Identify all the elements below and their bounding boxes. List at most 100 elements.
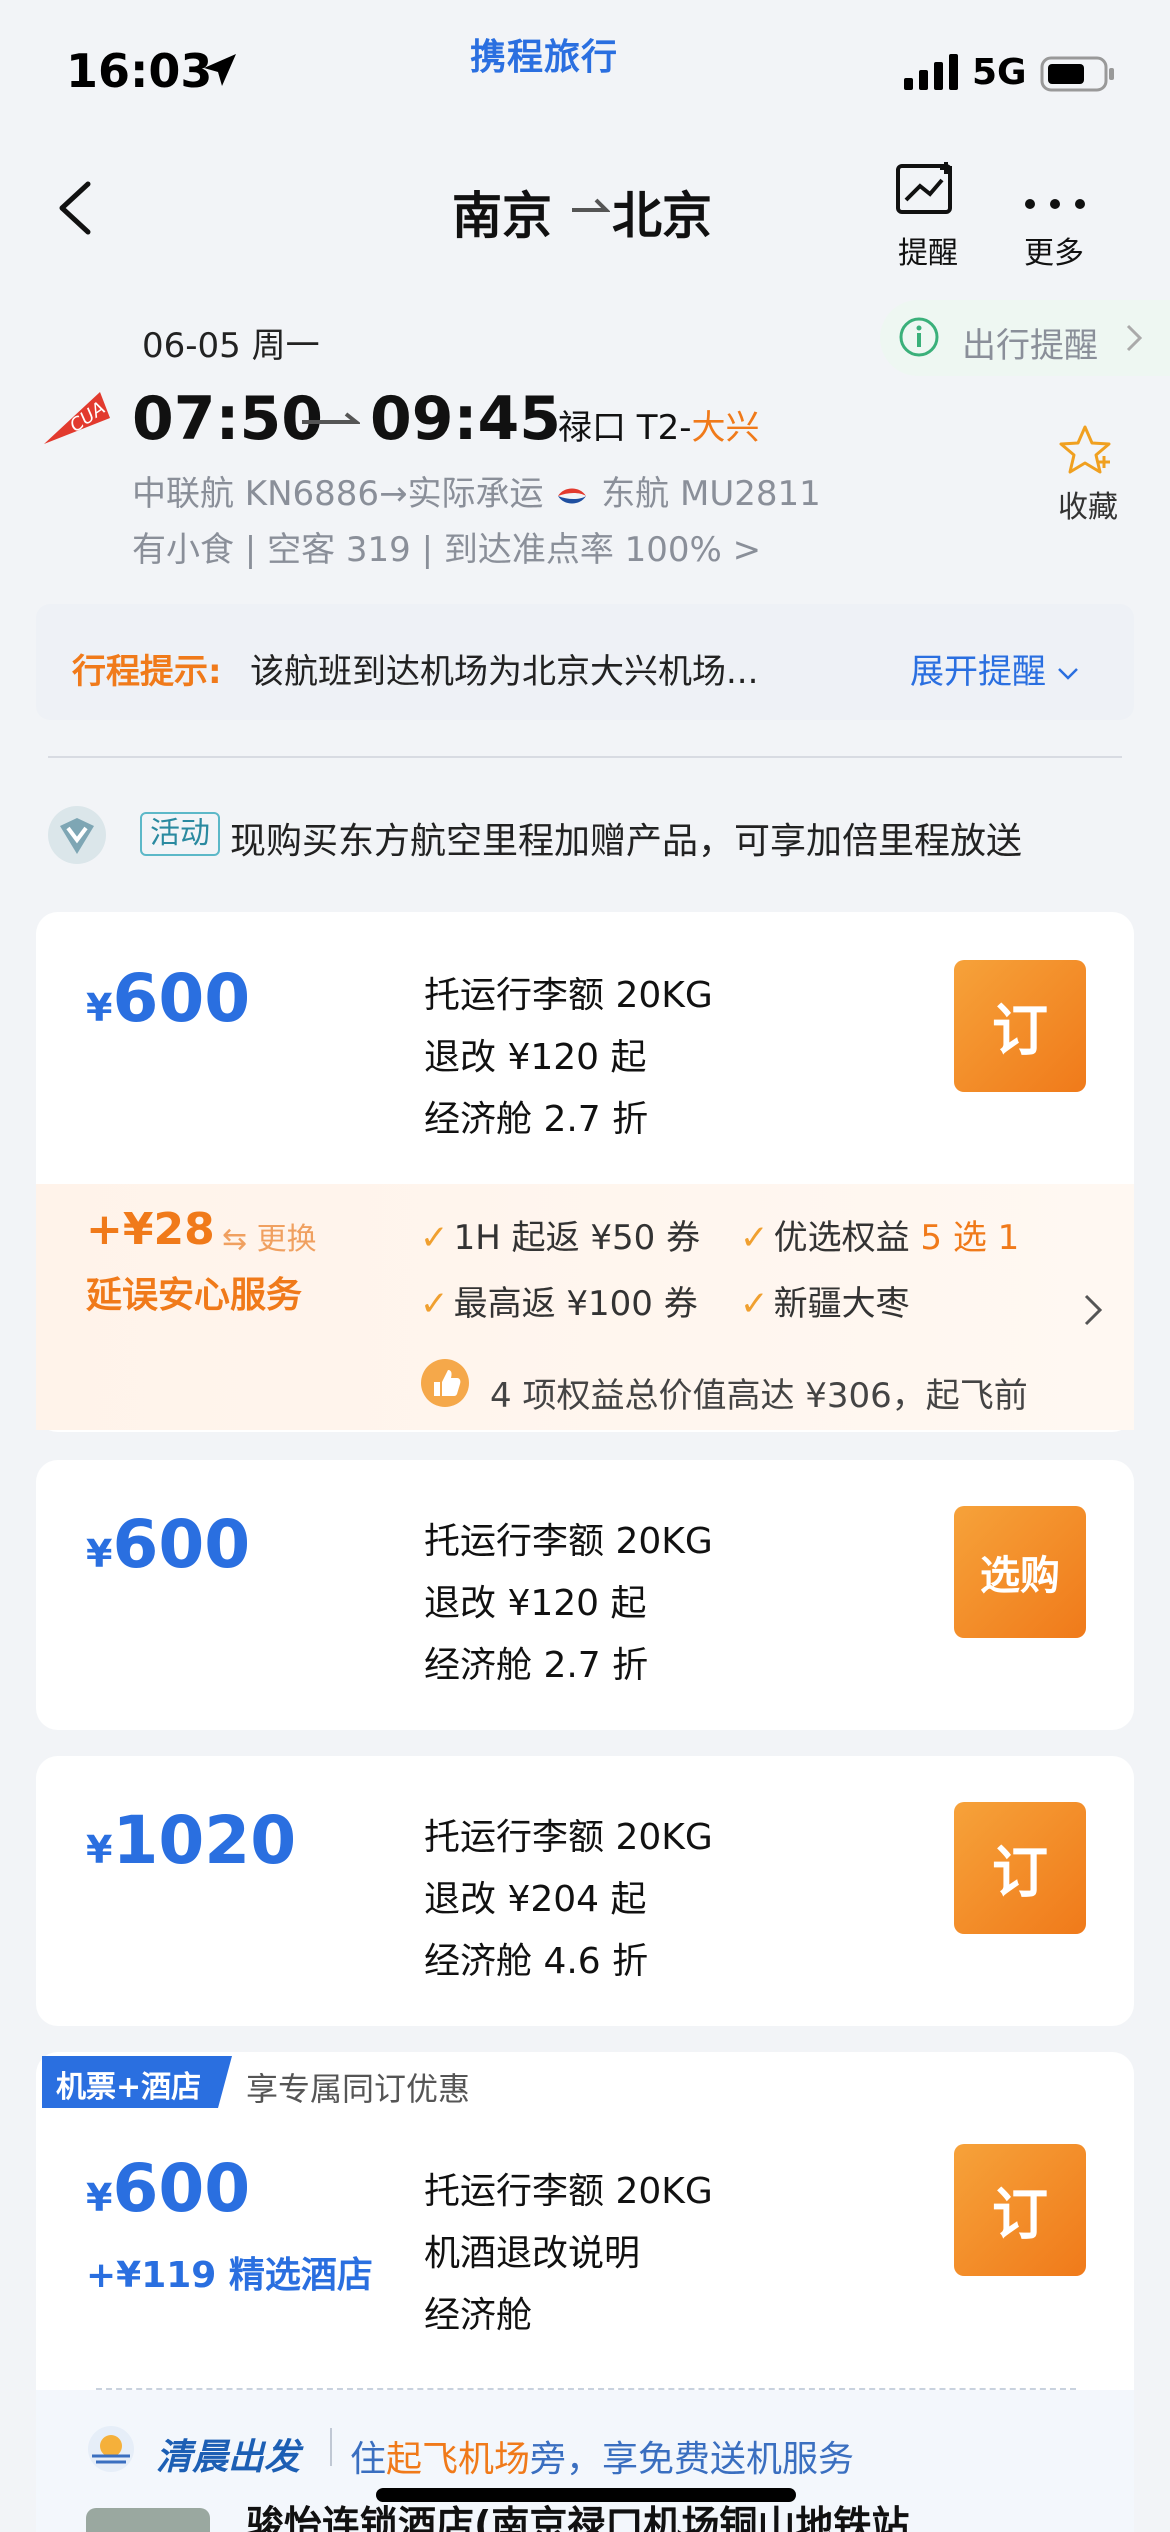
price-value: 600 [112, 1506, 251, 1583]
thumbs-up-icon [421, 1359, 469, 1407]
separator [330, 2428, 332, 2466]
route-destination: 北京 [612, 187, 712, 245]
chevron-right-icon[interactable] [1082, 1292, 1106, 1328]
morning-text-pre: 住 [350, 2439, 387, 2480]
benefit-label: 优选权益 [773, 1218, 921, 1258]
notice-label: 行程提示: [72, 652, 222, 692]
baggage-allowance: 托运行李额 20KG [424, 1817, 713, 1858]
check-icon: ✓ [420, 1284, 449, 1324]
departure-time: 07:50 [132, 384, 323, 454]
cabin-class: 经济舱 4.6 折 [424, 1941, 649, 1982]
chevron-down-icon [1057, 667, 1078, 680]
benefits-summary: 4 项权益总价值高达 ¥306，起飞前 [490, 1376, 1028, 1416]
cabin-class: 经济舱 2.7 折 [424, 1099, 649, 1140]
morning-text-highlight: 起飞机场 [386, 2439, 531, 2480]
hotel-thumbnail[interactable] [86, 2508, 210, 2532]
chevron-right-icon [1126, 324, 1143, 352]
benefit-item: ✓ 新疆大枣 [740, 1276, 910, 1325]
section-divider [48, 756, 1122, 758]
notice-text: 该航班到达机场为北京大兴机场... [250, 652, 759, 692]
duration-arrow-icon [302, 412, 360, 424]
more-button-label[interactable]: 更多 [1024, 228, 1084, 272]
book-button[interactable]: 订 [954, 960, 1086, 1092]
price-value: 1020 [112, 1802, 297, 1879]
reminder-button-label[interactable]: 提醒 [898, 228, 958, 272]
baggage-allowance: 托运行李额 20KG [424, 1521, 713, 1562]
arrival-time: 09:45 [370, 384, 561, 454]
operator-line: 中联航 KN6886→实际承运 东航 MU2811 [132, 466, 821, 515]
info-circle-icon [899, 317, 939, 357]
swap-service-button[interactable]: ⇆ 更换 [222, 1214, 317, 1258]
benefit-text: 优选权益 5 选 1 [774, 1218, 1020, 1258]
sunrise-icon [88, 2426, 134, 2472]
fare-price: ¥1020 [86, 1802, 296, 1879]
book-button[interactable]: 订 [954, 1802, 1086, 1934]
route-arrow-icon [572, 198, 610, 212]
baggage-allowance: 托运行李额 20KG [424, 975, 713, 1016]
flight-date: 06-05 周一 [142, 326, 320, 366]
refund-policy[interactable]: 机酒退改说明 [424, 2224, 640, 2276]
currency-symbol: ¥ [86, 2176, 113, 2220]
service-title: 延误安心服务 [86, 1275, 303, 1316]
benefit-text: 1H 起返 ¥50 券 [453, 1218, 701, 1258]
battery-icon [1040, 56, 1114, 92]
activity-badge: 活动 [140, 812, 220, 856]
fare-price: ¥600 [86, 2150, 250, 2227]
hotel-addon-price: +¥119 精选酒店 [86, 2255, 373, 2296]
expand-notice-label[interactable]: 展开提醒 [910, 652, 1046, 692]
back-arrow-icon[interactable] [54, 180, 94, 236]
status-time: 16:03 [66, 44, 213, 98]
cabin-class: 经济舱 2.7 折 [424, 1645, 649, 1686]
fare-price: ¥600 [86, 960, 250, 1037]
actual-carrier: 东航 MU2811 [601, 474, 821, 514]
morning-title: 清晨出发 [156, 2437, 301, 2478]
fare-price: ¥600 [86, 1506, 250, 1583]
baggage-allowance: 托运行李额 20KG [424, 2171, 713, 2212]
currency-symbol: ¥ [86, 1532, 113, 1576]
expand-notice-link[interactable]: 展开提醒 [910, 644, 1079, 693]
morning-text-post: 旁，享免费送机服务 [530, 2439, 855, 2480]
brand-logo: 携程旅行 [470, 37, 619, 78]
price-value: 600 [112, 960, 251, 1037]
benefit-item: ✓ 最高返 ¥100 券 [420, 1276, 698, 1325]
check-icon: ✓ [740, 1218, 769, 1258]
airport-info: 禄口 T2-大兴 [558, 400, 759, 449]
activity-text[interactable]: 现购买东方航空里程加赠产品，可享加倍里程放送 [230, 812, 1022, 864]
benefit-text: 最高返 ¥100 券 [453, 1284, 698, 1324]
service-price: +¥28 [86, 1204, 215, 1255]
check-icon: ✓ [420, 1218, 449, 1258]
package-tag-description: 享专属同订优惠 [246, 2070, 471, 2108]
price-value: 600 [112, 2150, 251, 2227]
check-icon: ✓ [740, 1284, 769, 1324]
currency-symbol: ¥ [86, 986, 113, 1030]
refund-policy[interactable]: 退改 ¥120 起 [424, 1028, 647, 1080]
more-dots-icon[interactable] [1020, 174, 1090, 234]
china-eastern-logo [558, 488, 587, 503]
cabin-class: 经济舱 [424, 2295, 533, 2336]
airport-destination: 大兴 [691, 408, 760, 448]
benefit-item: ✓ 优选权益 5 选 1 [740, 1210, 1019, 1259]
refund-policy[interactable]: 退改 ¥204 起 [424, 1870, 647, 1922]
airport-origin: 禄口 T2- [558, 408, 692, 448]
currency-symbol: ¥ [86, 1828, 113, 1872]
activity-shield-icon [48, 806, 106, 864]
star-icon[interactable] [1058, 424, 1112, 476]
route-origin: 南京 [452, 187, 552, 245]
favorite-label[interactable]: 收藏 [1058, 482, 1118, 526]
benefit-highlight: 5 选 1 [920, 1218, 1020, 1258]
marketing-carrier: 中联航 KN6886→实际承运 [132, 474, 544, 514]
cellular-signal-icon [904, 54, 958, 90]
refund-policy[interactable]: 退改 ¥120 起 [424, 1574, 647, 1626]
benefit-item: ✓ 1H 起返 ¥50 券 [420, 1210, 700, 1259]
morning-description: 住起飞机场旁，享免费送机服务 [350, 2430, 854, 2482]
select-purchase-button[interactable]: 选购 [954, 1506, 1086, 1638]
airline-logo: CUA [44, 392, 110, 444]
trip-reminder-label[interactable]: 出行提醒 [962, 318, 1098, 367]
book-button[interactable]: 订 [954, 2144, 1086, 2276]
home-indicator[interactable] [376, 2488, 796, 2502]
benefit-text: 新疆大枣 [773, 1284, 910, 1324]
location-arrow-icon [204, 54, 236, 86]
package-tag-text: 机票+酒店 [56, 2070, 202, 2105]
flight-info-line[interactable]: 有小食 | 空客 319 | 到达准点率 100% > [132, 522, 761, 571]
chart-reminder-icon[interactable] [892, 160, 962, 220]
